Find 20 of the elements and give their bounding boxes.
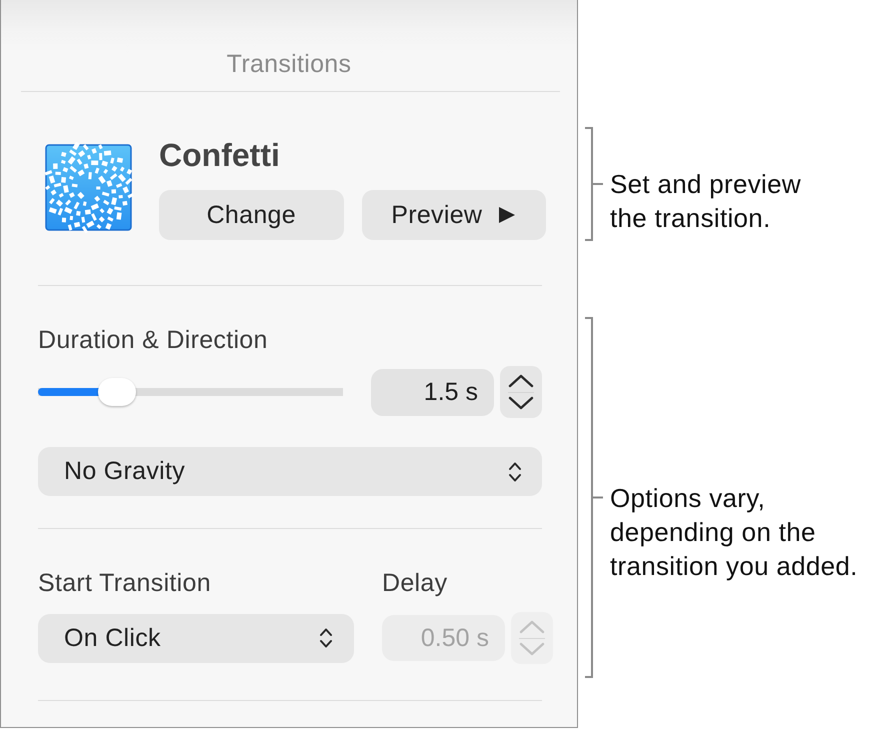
play-icon bbox=[498, 206, 516, 224]
transition-name: Confetti bbox=[159, 137, 280, 173]
confetti-icon bbox=[43, 142, 135, 234]
up-down-chevron-icon bbox=[508, 460, 522, 482]
change-button[interactable]: Change bbox=[159, 190, 344, 240]
callout-text: Options vary, depending on the transition you added. bbox=[610, 482, 858, 582]
preview-button[interactable]: Preview bbox=[362, 190, 546, 240]
direction-dropdown[interactable]: No Gravity bbox=[38, 447, 542, 496]
chevron-up-icon[interactable] bbox=[508, 374, 534, 388]
up-down-chevron-icon bbox=[319, 627, 333, 649]
panel-title: Transitions bbox=[226, 50, 352, 78]
section-label: Start Transition bbox=[38, 569, 212, 597]
section-label: Delay bbox=[382, 569, 448, 597]
chevron-down-icon[interactable] bbox=[508, 396, 534, 410]
start-dropdown[interactable]: On Click bbox=[38, 614, 354, 662]
section-label: Duration & Direction bbox=[38, 326, 268, 354]
slider-thumb[interactable] bbox=[98, 378, 136, 406]
duration-field[interactable]: 1.5 s bbox=[371, 368, 494, 416]
callout-text: Set and preview the transition. bbox=[610, 168, 801, 235]
stepper[interactable] bbox=[500, 366, 542, 418]
